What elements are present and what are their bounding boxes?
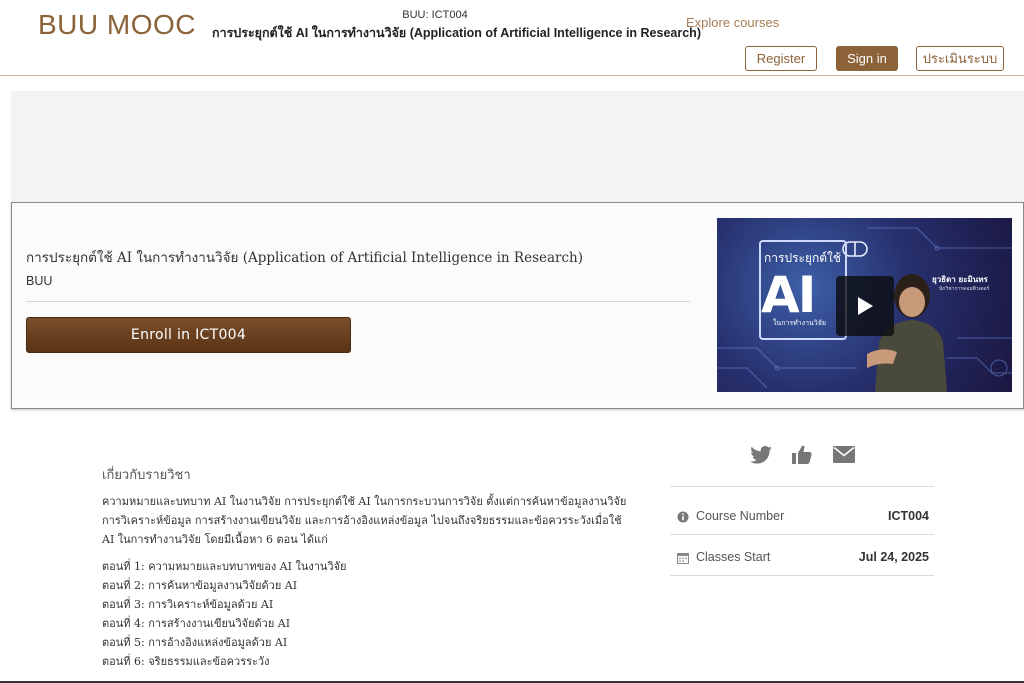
lesson-item: ตอนที่ 5: การอ้างอิงแหล่งข้อมูลด้วย AI — [102, 636, 288, 649]
play-icon — [858, 297, 873, 315]
course-intro-video[interactable]: การประยุกต์ใช้ AI ในการทำงานวิจัย ยุวธิด… — [717, 218, 1012, 392]
about-heading: เกี่ยวกับรายวิชา — [102, 468, 191, 483]
hero-divider — [26, 301, 690, 302]
site-header: BUU MOOC BUU: ICT004 การประยุกต์ใช้ AI ใ… — [0, 0, 1024, 76]
lesson-item: ตอนที่ 4: การสร้างงานเขียนวิจัยด้วย AI — [102, 617, 291, 630]
lesson-item: ตอนที่ 6: จริยธรรมและข้อควรระวัง — [102, 655, 270, 668]
envelope-icon[interactable] — [833, 446, 855, 463]
presenter-role: นักวิชาการคอมพิวเตอร์ — [939, 286, 990, 292]
course-banner-background — [11, 91, 1024, 203]
enroll-button[interactable]: Enroll in ICT004 — [26, 317, 351, 353]
sign-in-button[interactable]: Sign in — [836, 46, 898, 71]
course-number-label: Course Number — [696, 509, 785, 523]
site-logo[interactable]: BUU MOOC — [38, 9, 196, 41]
lesson-item: ตอนที่ 2: การค้นหาข้อมูลงานวิจัยด้วย AI — [102, 579, 298, 592]
register-button[interactable]: Register — [745, 46, 817, 71]
sidebar-divider — [670, 534, 934, 535]
info-icon — [677, 511, 689, 523]
video-play-button[interactable] — [836, 276, 894, 336]
header-course-title: การประยุกต์ใช้ AI ในการทำงานวิจัย (Appli… — [212, 26, 701, 40]
social-share-bar — [750, 444, 860, 470]
course-title: การประยุกต์ใช้ AI ในการทำงานวิจัย (Appli… — [26, 250, 584, 266]
course-number-value: ICT004 — [888, 509, 929, 523]
calendar-icon — [677, 553, 689, 564]
thumbs-up-icon[interactable] — [792, 445, 812, 465]
sidebar-divider — [670, 575, 934, 576]
header-course-code: BUU: ICT004 — [402, 9, 468, 21]
course-number-row: Course Number ICT004 — [677, 507, 929, 527]
explore-courses-link[interactable]: Explore courses — [686, 15, 779, 30]
video-caption-line2: ในการทำงานวิจัย — [773, 319, 826, 327]
classes-start-label: Classes Start — [696, 550, 771, 564]
about-description: ความหมายและบทบาท AI ในงานวิจัย การประยุก… — [102, 495, 627, 546]
lesson-list: ตอนที่ 1: ความหมายและบทบาทของ AI ในงานวิ… — [102, 557, 347, 671]
system-evaluation-button[interactable]: ประเมินระบบ — [916, 46, 1004, 71]
classes-start-row: Classes Start Jul 24, 2025 — [677, 548, 929, 568]
course-organization: BUU — [26, 274, 53, 288]
video-caption-ai: AI — [761, 266, 816, 324]
classes-start-value: Jul 24, 2025 — [858, 550, 929, 564]
twitter-icon[interactable] — [750, 446, 772, 464]
sidebar-divider — [670, 486, 934, 487]
lesson-item: ตอนที่ 1: ความหมายและบทบาทของ AI ในงานวิ… — [102, 560, 347, 573]
course-hero: การประยุกต์ใช้ AI ในการทำงานวิจัย (Appli… — [11, 202, 1024, 409]
lesson-item: ตอนที่ 3: การวิเคราะห์ข้อมูลด้วย AI — [102, 598, 274, 611]
